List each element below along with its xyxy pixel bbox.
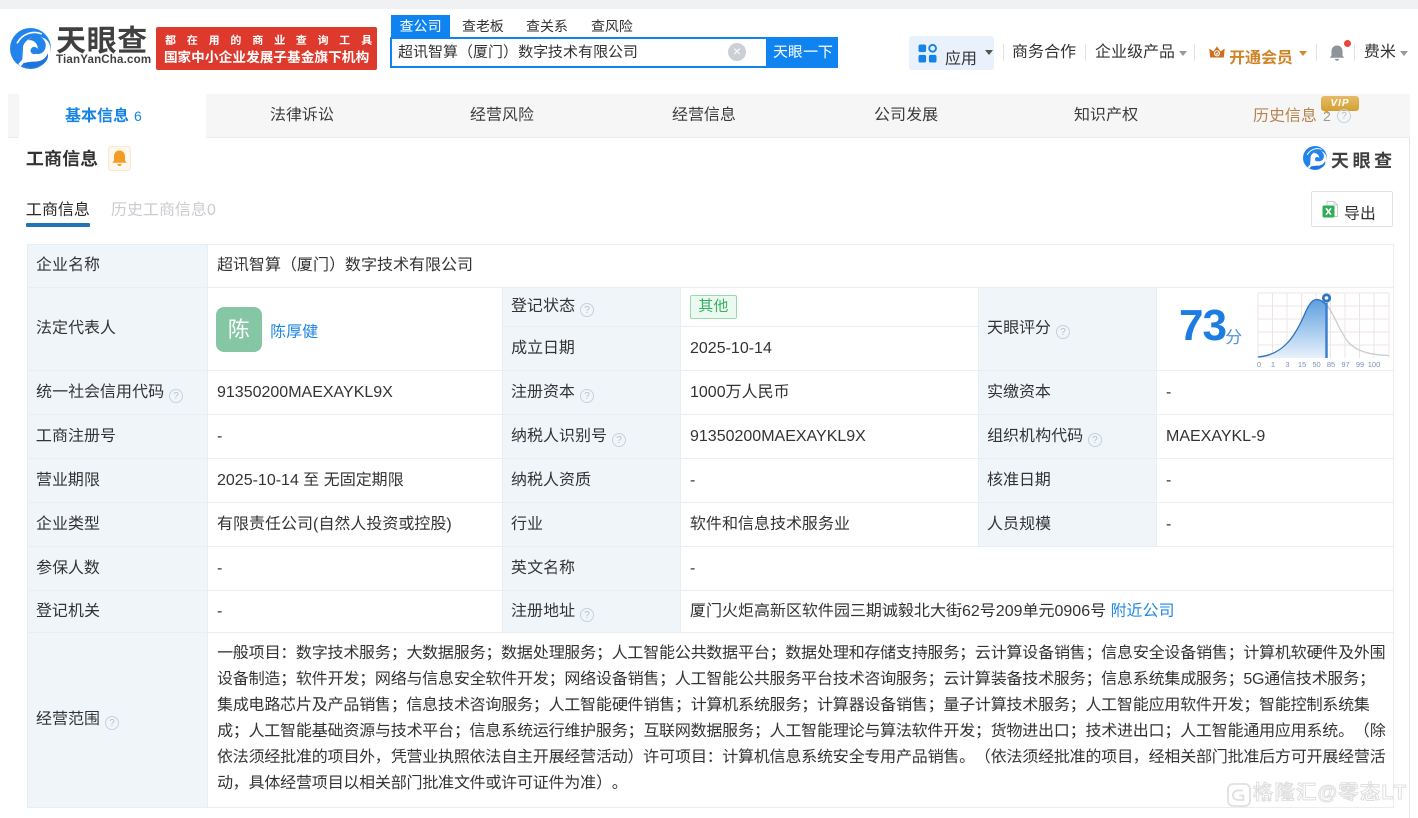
svg-text:15: 15 xyxy=(1298,360,1306,369)
svg-text:0: 0 xyxy=(1257,360,1261,369)
svg-text:97: 97 xyxy=(1341,360,1349,369)
svg-text:100: 100 xyxy=(1368,360,1381,369)
svg-text:50: 50 xyxy=(1312,360,1320,369)
svg-text:1: 1 xyxy=(1271,360,1275,369)
svg-text:3: 3 xyxy=(1285,360,1289,369)
svg-text:99: 99 xyxy=(1356,360,1364,369)
svg-text:85: 85 xyxy=(1327,360,1335,369)
